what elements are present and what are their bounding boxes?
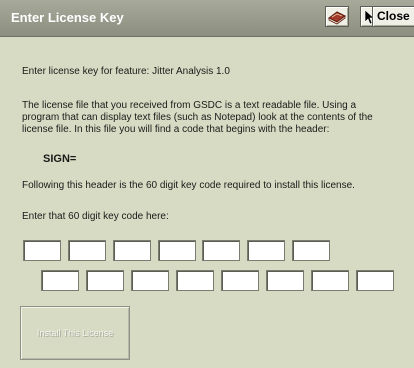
key-code-field[interactable]: [23, 240, 61, 261]
key-code-field[interactable]: [311, 270, 349, 291]
key-code-field[interactable]: [41, 270, 79, 291]
book-icon[interactable]: [325, 6, 349, 27]
title-bar: Enter License Key ? Close: [0, 0, 414, 37]
close-button[interactable]: Close: [372, 6, 414, 27]
key-code-field[interactable]: [158, 240, 196, 261]
window-title: Enter License Key: [11, 10, 124, 25]
key-code-field[interactable]: [202, 240, 240, 261]
key-code-field[interactable]: [356, 270, 394, 291]
key-code-field[interactable]: [221, 270, 259, 291]
key-code-field[interactable]: [266, 270, 304, 291]
header-code: SIGN=: [43, 153, 77, 165]
instructions-line-2: program that can display text files (suc…: [22, 112, 373, 123]
instructions-paragraph: The license file that you received from …: [22, 100, 400, 136]
key-code-field[interactable]: [113, 240, 151, 261]
key-code-field[interactable]: [68, 240, 106, 261]
enter-key-label: Enter that 60 digit key code here:: [22, 211, 169, 222]
install-license-button[interactable]: Install This License: [20, 306, 130, 360]
key-code-field[interactable]: [131, 270, 169, 291]
instructions-line-1: The license file that you received from …: [22, 100, 357, 111]
key-code-field[interactable]: [247, 240, 285, 261]
following-text: Following this header is the 60 digit ke…: [22, 180, 355, 191]
key-code-field[interactable]: [292, 240, 330, 261]
key-code-field[interactable]: [86, 270, 124, 291]
key-code-field[interactable]: [176, 270, 214, 291]
feature-label: Enter license key for feature: Jitter An…: [22, 66, 230, 77]
instructions-line-3: license file. In this file you will find…: [22, 124, 330, 135]
